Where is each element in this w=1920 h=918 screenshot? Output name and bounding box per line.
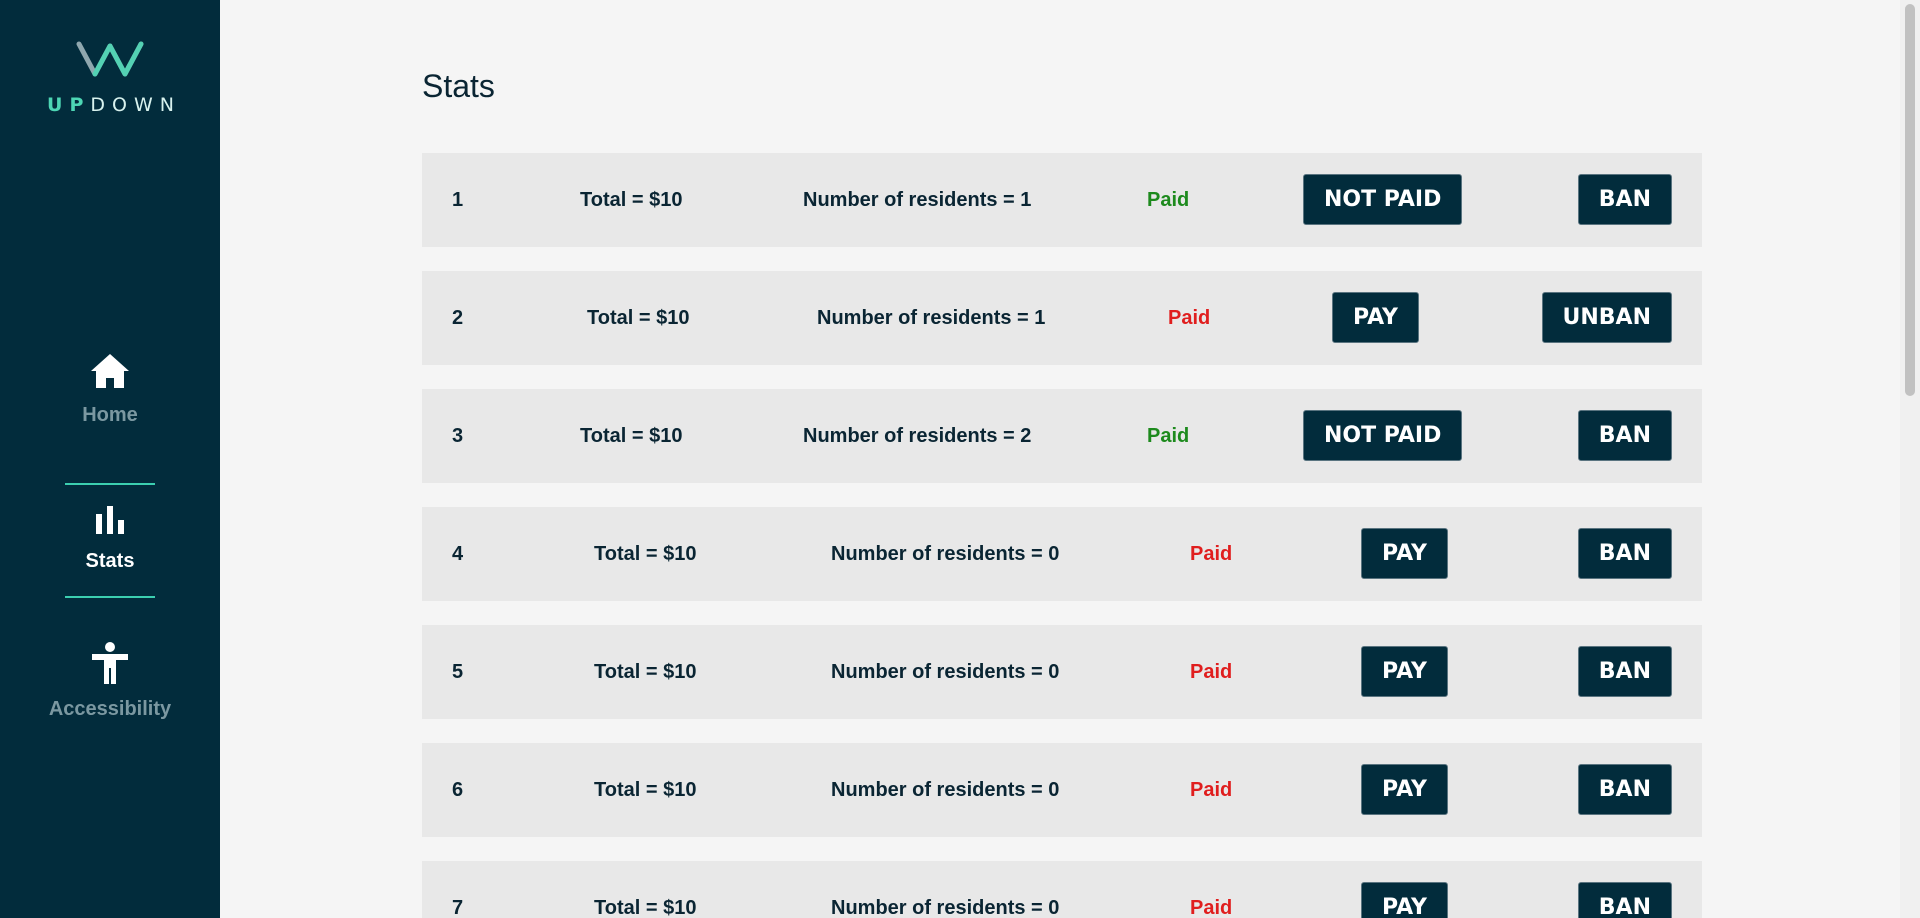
stats-row: 6 Total = $10 Number of residents = 0 Pa… [422,743,1702,837]
stats-row: 5 Total = $10 Number of residents = 0 Pa… [422,625,1702,719]
row-total: Total = $10 [580,425,683,447]
scrollbar-thumb[interactable] [1905,4,1915,396]
logo-text-up: UP [47,94,91,116]
updown-logo[interactable]: UPDOWN [0,38,220,116]
row-total: Total = $10 [594,543,697,565]
page-title: Stats [422,68,495,104]
nav-label-accessibility: Accessibility [48,698,172,720]
row-id: 3 [452,425,464,447]
row-total: Total = $10 [580,189,683,211]
ban-button[interactable]: BAN [1577,882,1672,918]
row-residents: Number of residents = 1 [803,189,1032,211]
nav-label-home: Home [82,404,138,426]
ban-button[interactable]: BAN [1577,646,1672,697]
logo-text: UPDOWN [0,94,220,116]
not-paid-button[interactable]: NOT PAID [1303,410,1463,461]
stats-row: 2 Total = $10 Number of residents = 1 Pa… [422,271,1702,365]
row-residents: Number of residents = 0 [831,897,1060,918]
row-total: Total = $10 [594,897,697,918]
main-content: Stats 1 Total = $10 Number of residents … [220,0,1900,918]
row-status: Paid [1190,779,1233,801]
ban-button[interactable]: BAN [1577,764,1672,815]
row-id: 4 [452,543,464,565]
nav-item-stats[interactable]: Stats [0,504,220,573]
stats-row: 7 Total = $10 Number of residents = 0 Pa… [422,861,1702,918]
pay-button[interactable]: PAY [1332,292,1419,343]
ban-button[interactable]: BAN [1577,528,1672,579]
row-residents: Number of residents = 0 [831,661,1060,683]
pay-button[interactable]: PAY [1361,764,1448,815]
stats-row: 3 Total = $10 Number of residents = 2 Pa… [422,389,1702,483]
row-status: Paid [1147,189,1190,211]
active-indicator-bottom [65,596,155,598]
logo-text-down: DOWN [90,94,181,116]
vertical-scrollbar[interactable] [1900,0,1920,918]
accessibility-icon [92,642,128,684]
logo-wave-icon [76,41,144,77]
row-residents: Number of residents = 1 [817,307,1046,329]
nav-label-stats: Stats [85,550,135,572]
row-status: Paid [1190,897,1233,918]
sidebar: UPDOWN Home Stats Accessibility [0,0,220,918]
pay-button[interactable]: PAY [1361,528,1448,579]
unban-button[interactable]: UNBAN [1541,292,1672,343]
row-status: Paid [1190,543,1233,565]
ban-button[interactable]: BAN [1577,174,1672,225]
row-total: Total = $10 [594,661,697,683]
pay-button[interactable]: PAY [1361,646,1448,697]
not-paid-button[interactable]: NOT PAID [1303,174,1463,225]
row-id: 6 [452,779,464,801]
row-status: Paid [1190,661,1233,683]
row-residents: Number of residents = 0 [831,779,1060,801]
row-id: 2 [452,307,464,329]
bar-chart-icon [96,506,124,534]
row-residents: Number of residents = 2 [803,425,1032,447]
row-total: Total = $10 [594,779,697,801]
row-status: Paid [1147,425,1190,447]
row-residents: Number of residents = 0 [831,543,1060,565]
row-total: Total = $10 [587,307,690,329]
ban-button[interactable]: BAN [1577,410,1672,461]
row-id: 7 [452,897,464,918]
pay-button[interactable]: PAY [1361,882,1448,918]
row-id: 1 [452,189,464,211]
nav-item-accessibility[interactable]: Accessibility [0,642,220,721]
row-id: 5 [452,661,464,683]
stats-row: 1 Total = $10 Number of residents = 1 Pa… [422,153,1702,247]
active-indicator-top [65,483,155,485]
home-icon [91,354,129,388]
row-status: Paid [1168,307,1211,329]
stats-row: 4 Total = $10 Number of residents = 0 Pa… [422,507,1702,601]
nav-item-home[interactable]: Home [0,352,220,427]
